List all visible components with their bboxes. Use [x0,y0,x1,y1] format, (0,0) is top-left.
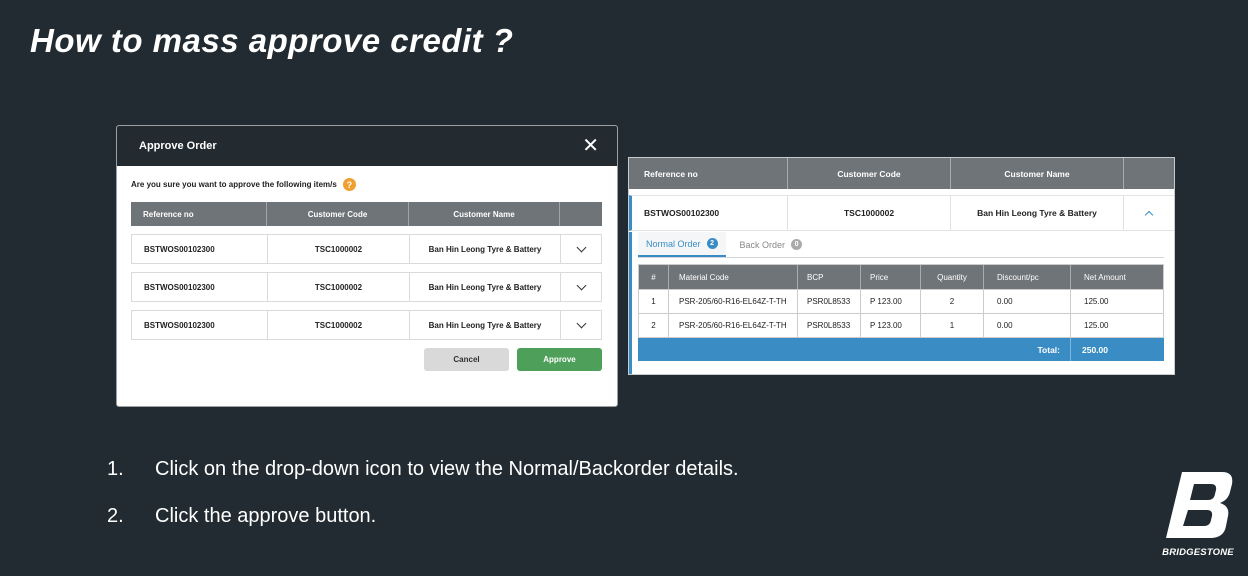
price: P 123.00 [861,290,921,313]
table-row: BSTWOS00102300 TSC1000002 Ban Hin Leong … [131,234,602,264]
confirm-text: Are you sure you want to approve the fol… [131,180,337,189]
customer-code: TSC1000002 [268,311,410,339]
column-customer-name: Customer Name [409,202,560,226]
chevron-down-icon[interactable] [576,318,586,329]
column-customer-code: Customer Code [788,158,951,189]
table-row: 1 PSR-205/60-R16-EL64Z-T-TH PSR0L8533 P … [639,289,1163,313]
discount: 0.00 [984,314,1071,337]
total-value: 250.00 [1082,344,1108,355]
tab-count-badge: 0 [791,239,803,250]
tab-back-order[interactable]: Back Order 0 [732,232,811,257]
approve-button[interactable]: Approve [517,348,602,371]
modal-header: Approve Order ✕ [117,126,617,166]
column-net-amount: Net Amount [1084,272,1126,282]
logo-text: BRIDGESTONE [1162,547,1234,558]
net-amount: 125.00 [1084,297,1109,306]
column-customer-name: Customer Name [951,158,1124,189]
reference-no: BSTWOS00102300 [132,273,268,301]
column-number: # [639,265,669,289]
approve-order-modal: Approve Order ✕ Are you sure you want to… [116,125,618,407]
chevron-up-icon[interactable] [1144,210,1154,219]
expand-cell [561,311,601,339]
collapse-cell [1124,196,1174,230]
net-amount: 125.00 [1084,321,1109,330]
expanded-row: BSTWOS00102300 TSC1000002 Ban Hin Leong … [629,195,1174,231]
modal-title: Approve Order [139,140,217,152]
reference-no: BSTWOS00102300 [132,235,268,263]
column-material-code: Material Code [669,265,798,289]
column-quantity: Quantity [921,265,984,289]
column-expand [560,202,602,226]
customer-name: Ban Hin Leong Tyre & Battery [410,273,561,301]
help-icon[interactable]: ? [342,178,356,191]
discount: 0.00 [984,290,1071,313]
material-code: PSR-205/60-R16-EL64Z-T-TH [669,314,798,337]
table-row: BSTWOS00102300 TSC1000002 Ban Hin Leong … [131,272,602,302]
modal-table-header: Reference no Customer Code Customer Name [131,202,602,226]
bcp: PSR0L8533 [798,290,861,313]
order-tabs: Normal Order 2 Back Order 0 [638,232,1164,258]
detail-body: Normal Order 2 Back Order 0 # Material C… [629,232,1174,374]
tab-count-badge: 2 [706,238,718,249]
reference-no: BSTWOS00102300 [132,311,268,339]
customer-code: TSC1000002 [268,273,410,301]
item-number: 2 [639,314,669,337]
quantity: 2 [921,290,984,313]
table-row: 2 PSR-205/60-R16-EL64Z-T-TH PSR0L8533 P … [639,313,1163,337]
total-label: Total: [638,338,1071,361]
instruction-step: 2. Click the approve button. [107,505,739,552]
chevron-down-icon[interactable] [576,242,586,253]
order-detail-panel: Reference no Customer Code Customer Name… [628,157,1175,375]
instruction-list: 1. Click on the drop-down icon to view t… [107,458,739,552]
item-number: 1 [639,290,669,313]
slide-title: How to mass approve credit ? [30,22,514,59]
bcp: PSR0L8533 [798,314,861,337]
column-reference-no: Reference no [131,202,267,226]
column-discount: Discount/pc [984,265,1071,289]
items-table-header: # Material Code BCP Price Quantity Disco… [639,265,1163,289]
customer-name: Ban Hin Leong Tyre & Battery [951,196,1124,230]
instruction-step: 1. Click on the drop-down icon to view t… [107,458,739,505]
quantity: 1 [921,314,984,337]
bridgestone-b-icon [1166,472,1233,538]
column-expand [1124,158,1174,189]
step-text: Click on the drop-down icon to view the … [155,458,739,480]
step-text: Click the approve button. [155,505,377,527]
customer-name: Ban Hin Leong Tyre & Battery [410,235,561,263]
customer-code: TSC1000002 [788,196,951,230]
customer-name: Ban Hin Leong Tyre & Battery [410,311,561,339]
customer-code: TSC1000002 [268,235,410,263]
modal-actions: Cancel Approve [424,348,602,371]
column-bcp: BCP [798,265,861,289]
step-number: 2. [107,505,124,527]
total-row: Total: 250.00 [638,338,1164,361]
column-customer-code: Customer Code [267,202,409,226]
cancel-button[interactable]: Cancel [424,348,509,371]
step-number: 1. [107,458,124,480]
chevron-down-icon[interactable] [576,280,586,291]
expand-cell [561,273,601,301]
material-code: PSR-205/60-R16-EL64Z-T-TH [669,290,798,313]
table-row: BSTWOS00102300 TSC1000002 Ban Hin Leong … [131,310,602,340]
expand-cell [561,235,601,263]
bridgestone-logo: BRIDGESTONE [1160,470,1236,558]
column-price: Price [861,265,921,289]
items-table: # Material Code BCP Price Quantity Disco… [638,264,1164,338]
confirm-message: Are you sure you want to approve the fol… [131,178,617,191]
tab-normal-order[interactable]: Normal Order 2 [638,232,726,257]
tab-label: Normal Order [646,238,701,249]
price: P 123.00 [861,314,921,337]
close-icon[interactable]: ✕ [582,136,599,156]
reference-no: BSTWOS00102300 [632,196,788,230]
tab-label: Back Order [739,239,786,250]
column-reference-no: Reference no [629,158,788,189]
detail-table-header: Reference no Customer Code Customer Name [629,158,1174,189]
